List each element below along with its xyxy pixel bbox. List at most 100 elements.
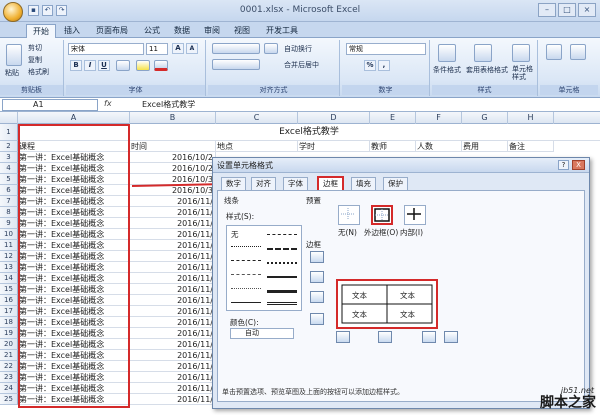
comma-button[interactable]: ,	[378, 60, 390, 71]
row-header[interactable]: 10	[0, 229, 18, 240]
copy-button[interactable]: 复制	[28, 55, 42, 65]
font-size-select[interactable]: 11	[146, 43, 168, 55]
row-header[interactable]: 20	[0, 339, 18, 350]
header-cell[interactable]: 人数	[416, 141, 462, 152]
header-cell[interactable]: 时间	[130, 141, 216, 152]
italic-button[interactable]: I	[84, 60, 96, 71]
row-header[interactable]: 21	[0, 350, 18, 361]
row-header[interactable]: 22	[0, 361, 18, 372]
tab-formulas[interactable]: 公式	[138, 24, 166, 38]
format-as-table-icon[interactable]	[474, 44, 492, 62]
line-style-option[interactable]	[267, 248, 297, 250]
row-header[interactable]: 1	[0, 124, 18, 141]
insert-cells-icon[interactable]	[546, 44, 562, 60]
row-header[interactable]: 9	[0, 218, 18, 229]
row-header[interactable]: 6	[0, 185, 18, 196]
tab-view[interactable]: 视图	[228, 24, 256, 38]
header-cell[interactable]: 备注	[508, 141, 554, 152]
row-header[interactable]: 13	[0, 262, 18, 273]
tab-border[interactable]: 边框	[317, 176, 344, 191]
dialog-close-icon[interactable]: X	[572, 160, 585, 170]
cell-styles-button[interactable]: 单元格样式	[512, 65, 536, 81]
date-cell[interactable]: 2016/11/	[130, 295, 216, 306]
row-header[interactable]: 15	[0, 284, 18, 295]
formula-input[interactable]: Excel格式教学	[118, 99, 598, 111]
line-style-option[interactable]	[231, 302, 261, 303]
borders-icon[interactable]	[116, 60, 130, 71]
paste-icon[interactable]	[6, 44, 22, 66]
tab-fill[interactable]: 填充	[351, 177, 376, 190]
date-cell[interactable]: 2016/11/	[130, 229, 216, 240]
row-header[interactable]: 3	[0, 152, 18, 163]
close-icon[interactable]: ×	[578, 3, 596, 17]
row-header[interactable]: 23	[0, 372, 18, 383]
line-style-option[interactable]	[231, 274, 261, 275]
header-cell[interactable]: 教师	[370, 141, 416, 152]
line-style-option[interactable]	[267, 302, 297, 305]
line-style-option[interactable]	[231, 260, 261, 261]
header-cell[interactable]: 学时	[298, 141, 370, 152]
date-cell[interactable]: 2016/11/	[130, 383, 216, 394]
tab-number[interactable]: 数字	[221, 177, 246, 190]
fx-button[interactable]: fx	[104, 99, 112, 108]
date-cell[interactable]: 2016/11/	[130, 284, 216, 295]
border-inside-horizontal-button[interactable]	[310, 271, 324, 283]
format-as-table-button[interactable]: 套用表格格式	[466, 65, 508, 75]
tab-page-layout[interactable]: 页面布局	[90, 24, 134, 38]
tab-data[interactable]: 数据	[168, 24, 196, 38]
grow-font-button[interactable]: A	[172, 43, 184, 54]
row-header[interactable]: 14	[0, 273, 18, 284]
date-cell[interactable]: 2016/10/2	[130, 152, 216, 163]
cut-button[interactable]: 剪切	[28, 43, 42, 53]
date-cell[interactable]: 2016/11/	[130, 328, 216, 339]
conditional-format-button[interactable]: 条件格式	[433, 65, 461, 75]
tab-alignment[interactable]: 对齐	[251, 177, 276, 190]
fill-color-icon[interactable]	[136, 60, 150, 71]
column-header[interactable]: B	[130, 112, 216, 124]
border-top-button[interactable]	[310, 251, 324, 263]
date-cell[interactable]: 2016/11/	[130, 306, 216, 317]
column-header[interactable]: C	[216, 112, 298, 124]
column-header[interactable]: G	[462, 112, 508, 124]
date-cell[interactable]: 2016/11/	[130, 207, 216, 218]
column-header[interactable]: H	[508, 112, 554, 124]
tab-developer[interactable]: 开发工具	[260, 24, 304, 38]
font-name-select[interactable]: 宋体	[68, 43, 144, 55]
tab-review[interactable]: 审阅	[198, 24, 226, 38]
row-header[interactable]: 19	[0, 328, 18, 339]
help-icon[interactable]: ?	[558, 160, 569, 170]
date-cell[interactable]: 2016/11/	[130, 350, 216, 361]
date-cell[interactable]: 2016/11/	[130, 273, 216, 284]
row-header[interactable]: 2	[0, 141, 18, 152]
row-header[interactable]: 8	[0, 207, 18, 218]
number-format-select[interactable]: 常规	[346, 43, 426, 55]
line-style-option[interactable]	[267, 262, 297, 264]
row-header[interactable]: 17	[0, 306, 18, 317]
wrap-text-button[interactable]: 自动换行	[284, 44, 312, 54]
line-style-option[interactable]	[231, 246, 261, 247]
date-cell[interactable]: 2016/11/	[130, 361, 216, 372]
percent-button[interactable]: %	[364, 60, 376, 71]
date-cell[interactable]: 2016/10/2	[130, 163, 216, 174]
border-inside-vertical-button[interactable]	[378, 331, 392, 343]
font-color-icon[interactable]	[154, 60, 168, 71]
date-cell[interactable]: 2016/11/	[130, 218, 216, 229]
line-style-option[interactable]	[231, 288, 261, 289]
date-cell[interactable]: 2016/11/	[130, 394, 216, 405]
line-style-list[interactable]: 无	[226, 225, 302, 311]
tab-insert[interactable]: 插入	[58, 24, 86, 38]
preset-outline-button[interactable]	[371, 205, 393, 225]
cell-styles-icon[interactable]	[512, 44, 530, 62]
row-header[interactable]: 11	[0, 240, 18, 251]
minimize-icon[interactable]: –	[538, 3, 556, 17]
date-cell[interactable]: 2016/11/	[130, 251, 216, 262]
conditional-format-icon[interactable]	[438, 44, 456, 62]
line-style-option[interactable]	[267, 234, 297, 235]
column-header[interactable]: D	[298, 112, 370, 124]
header-cell[interactable]: 费用	[462, 141, 508, 152]
date-cell[interactable]: 2016/11/	[130, 240, 216, 251]
tab-home[interactable]: 开始	[26, 24, 56, 38]
date-cell[interactable]: 2016/10/3	[130, 185, 216, 196]
preset-none-button[interactable]	[338, 205, 360, 225]
row-header[interactable]: 5	[0, 174, 18, 185]
